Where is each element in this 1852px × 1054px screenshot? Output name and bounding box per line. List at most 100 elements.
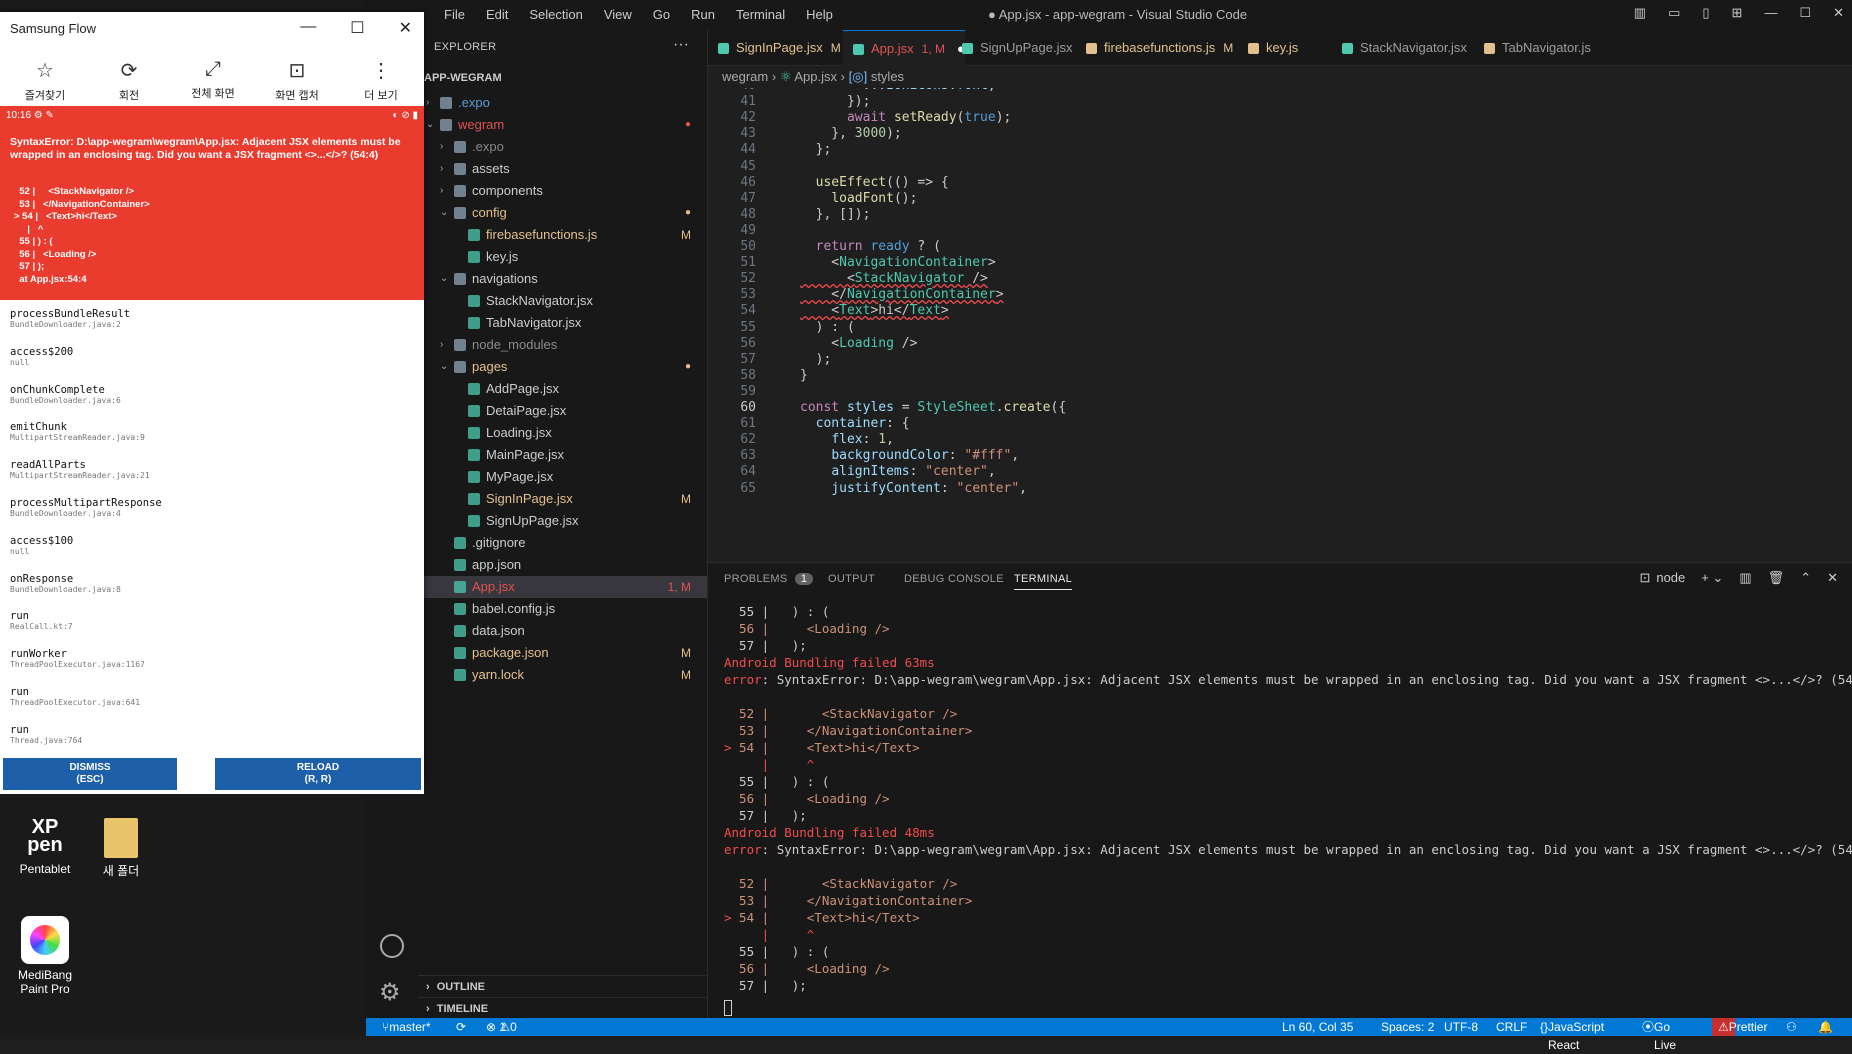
stack-frame[interactable]: access$200 null — [10, 346, 73, 367]
flow-toolbar-button[interactable]: ⊡ 화면 캡처 — [262, 58, 332, 103]
stack-frame[interactable]: onResponse BundleDownloader.java:8 — [10, 573, 121, 594]
desktop-icon-new-folder[interactable]: 새 폴더 — [86, 818, 156, 879]
editor-tab[interactable]: SignInPage.jsx M — [708, 30, 841, 66]
tree-item[interactable]: app.json — [418, 554, 707, 576]
problems-item[interactable]: ⊗ 1 ⚠ 0 — [486, 1018, 517, 1036]
reload-button[interactable]: RELOAD (R, R) — [215, 758, 421, 790]
split-terminal-icon[interactable]: ▥ — [1739, 570, 1751, 586]
stack-frame[interactable]: processBundleResult BundleDownloader.java… — [10, 308, 130, 329]
minimize-icon[interactable]: — — [300, 18, 316, 38]
tab-problems[interactable]: PROBLEMS 1 — [724, 573, 814, 585]
stack-frame[interactable]: run ThreadPoolExecutor.java:641 — [10, 686, 140, 707]
maximize-icon[interactable]: ☐ — [350, 18, 364, 38]
encoding[interactable]: UTF-8 — [1444, 1018, 1478, 1036]
tree-item[interactable]: App.jsx 1, M — [418, 576, 707, 598]
timeline-section[interactable]: › TIMELINE — [418, 997, 707, 1019]
account-icon[interactable] — [380, 934, 404, 958]
menu-item[interactable]: Go — [653, 7, 670, 22]
menu-item[interactable]: Terminal — [736, 7, 785, 22]
cursor-position[interactable]: Ln 60, Col 35 — [1282, 1018, 1353, 1036]
tree-item[interactable]: StackNavigator.jsx — [418, 290, 707, 312]
tree-item[interactable]: yarn.lock M — [418, 664, 707, 686]
menu-item[interactable]: View — [604, 7, 632, 22]
tree-item[interactable]: package.json M — [418, 642, 707, 664]
stack-frame[interactable]: run Thread.java:764 — [10, 724, 82, 745]
new-terminal-icon[interactable]: + ⌄ — [1701, 570, 1723, 586]
stack-frame[interactable]: access$100 null — [10, 535, 73, 556]
breadcrumb-symbol[interactable]: styles — [871, 69, 904, 84]
menu-item[interactable]: Edit — [486, 7, 508, 22]
tree-item[interactable]: ⌄ wegram ● — [418, 114, 707, 136]
desktop-icon-medibang[interactable]: MediBang Paint Pro — [10, 916, 80, 996]
go-live[interactable]: ⦿ Go Live — [1642, 1018, 1676, 1052]
maximize-panel-icon[interactable]: ⌃ — [1800, 570, 1811, 586]
stack-frame[interactable]: emitChunk MultipartStreamReader.java:9 — [10, 421, 145, 442]
menu-item[interactable]: File — [444, 7, 465, 22]
tree-item[interactable]: MainPage.jsx — [418, 444, 707, 466]
prettier[interactable]: ⚠ Prettier — [1712, 1018, 1767, 1036]
code-editor[interactable]: 40 ...Ionicons.font,41 });42 await setRe… — [708, 88, 1852, 562]
flow-toolbar-button[interactable]: ⟳ 회전 — [94, 58, 164, 103]
tree-item[interactable]: › assets — [418, 158, 707, 180]
stack-frame[interactable]: runWorker ThreadPoolExecutor.java:1167 — [10, 648, 145, 669]
sidebar-toggle-icon[interactable]: ▯ — [1702, 5, 1709, 21]
stack-frame[interactable]: readAllParts MultipartStreamReader.java:2… — [10, 459, 150, 480]
tree-item[interactable]: SignInPage.jsx M — [418, 488, 707, 510]
desktop-icon-pentablet[interactable]: XP pen Pentablet — [10, 817, 80, 876]
workspace-root[interactable]: APP-WEGRAM — [424, 72, 502, 84]
editor-tab[interactable]: SignUpPage.jsx — [952, 30, 1073, 66]
close-icon[interactable]: ✕ — [399, 18, 412, 38]
editor-tab[interactable]: TabNavigator.js — [1474, 30, 1591, 66]
close-panel-icon[interactable]: ✕ — [1827, 570, 1838, 586]
maximize-icon[interactable]: ☐ — [1799, 5, 1811, 21]
accounts-icon[interactable]: ⚇ — [1786, 1018, 1797, 1036]
menu-item[interactable]: Run — [691, 7, 715, 22]
tree-item[interactable]: › .expo — [418, 136, 707, 158]
branch-item[interactable]: ⑂ master* — [382, 1018, 431, 1036]
notifications-icon[interactable]: 🔔 — [1818, 1018, 1833, 1036]
language-mode[interactable]: {} JavaScript React — [1540, 1018, 1604, 1052]
tree-item[interactable]: key.js — [418, 246, 707, 268]
tree-item[interactable]: .gitignore — [418, 532, 707, 554]
tree-item[interactable]: data.json — [418, 620, 707, 642]
editor-tab[interactable]: firebasefunctions.js M — [1076, 30, 1233, 66]
customize-layout-icon[interactable]: ⊞ — [1732, 5, 1743, 21]
tree-item[interactable]: babel.config.js — [418, 598, 707, 620]
layout-icon[interactable]: ▥ — [1634, 5, 1646, 21]
menu-item[interactable]: Selection — [529, 7, 582, 22]
tree-item[interactable]: DetaiPage.jsx — [418, 400, 707, 422]
tree-item[interactable]: ⌄ pages ● — [418, 356, 707, 378]
tree-item[interactable]: firebasefunctions.js M — [418, 224, 707, 246]
stack-frame[interactable]: processMultipartResponse BundleDownloader… — [10, 497, 162, 518]
tree-item[interactable]: ⌄ navigations — [418, 268, 707, 290]
terminal-name[interactable]: node — [1656, 570, 1685, 586]
tree-item[interactable]: Loading.jsx — [418, 422, 707, 444]
more-actions-icon[interactable]: ··· — [673, 36, 689, 54]
tree-item[interactable]: AddPage.jsx — [418, 378, 707, 400]
editor-tab[interactable]: key.js — [1238, 30, 1298, 66]
panel-toggle-icon[interactable]: ▭ — [1668, 5, 1680, 21]
tab-debug-console[interactable]: DEBUG CONSOLE — [904, 573, 1004, 585]
breadcrumb-folder[interactable]: wegram — [722, 69, 768, 84]
stack-frame[interactable]: run RealCall.kt:7 — [10, 610, 73, 631]
close-icon[interactable]: ✕ — [1833, 5, 1844, 21]
flow-toolbar-button[interactable]: ⤢ 전체 화면 — [178, 58, 248, 101]
flow-toolbar-button[interactable]: ⋮ 더 보기 — [346, 58, 416, 103]
editor-tab[interactable]: StackNavigator.jsx — [1332, 30, 1467, 66]
sync-icon[interactable]: ⟳ — [456, 1018, 466, 1036]
breadcrumb-file[interactable]: App.jsx — [794, 69, 837, 84]
tab-output[interactable]: OUTPUT — [828, 573, 875, 585]
tab-terminal[interactable]: TERMINAL — [1014, 573, 1073, 590]
stack-frame[interactable]: onChunkComplete BundleDownloader.java:6 — [10, 384, 121, 405]
line-ending[interactable]: CRLF — [1496, 1018, 1527, 1036]
editor-tab[interactable]: App.jsx 1, M ● — [843, 30, 965, 66]
menu-item[interactable]: Help — [806, 7, 833, 22]
tree-item[interactable]: SignUpPage.jsx — [418, 510, 707, 532]
tree-item[interactable]: TabNavigator.jsx — [418, 312, 707, 334]
settings-gear-icon[interactable]: ⚙ — [379, 978, 401, 1007]
outline-section[interactable]: › OUTLINE — [418, 975, 707, 997]
tree-item[interactable]: ⌄ config ● — [418, 202, 707, 224]
indentation[interactable]: Spaces: 2 — [1381, 1018, 1434, 1036]
minimize-icon[interactable]: — — [1764, 5, 1777, 21]
trash-icon[interactable]: 🗑 — [1768, 570, 1785, 586]
